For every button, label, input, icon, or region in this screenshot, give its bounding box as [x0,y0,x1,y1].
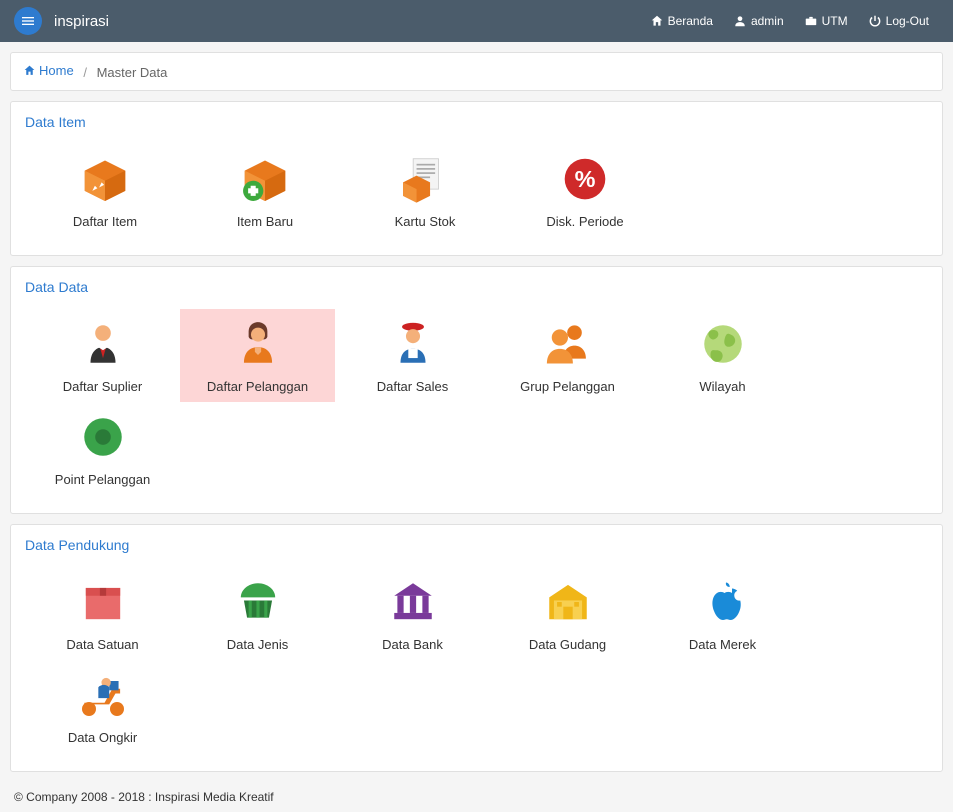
unit-box-icon [31,575,174,629]
panel-title: Data Data [25,279,928,295]
tile-label: Point Pelanggan [31,472,174,487]
tile-data-bank[interactable]: Data Bank [335,567,490,660]
tile-label: Wilayah [651,379,794,394]
tile-wilayah[interactable]: Wilayah [645,309,800,402]
footer-copyright: © Company 2008 - 2018 : Inspirasi Media … [0,782,953,812]
business-person-icon [31,317,174,371]
tile-label: Daftar Item [31,214,179,229]
panel-data-item: Data Item Daftar Item Item Baru Kartu St… [10,101,943,256]
tile-data-satuan[interactable]: Data Satuan [25,567,180,660]
tile-data-jenis[interactable]: Data Jenis [180,567,335,660]
stock-card-icon [351,152,499,206]
menu-button[interactable] [14,7,42,35]
breadcrumb-sep: / [83,65,87,80]
home-icon [650,14,664,28]
breadcrumb: Home / Master Data [10,52,943,91]
breadcrumb-home-label: Home [39,63,74,78]
tile-label: Item Baru [191,214,339,229]
cupcake-icon [186,575,329,629]
tile-data-gudang[interactable]: Data Gudang [490,567,645,660]
nav-logout[interactable]: Log-Out [858,14,939,28]
app-brand: inspirasi [54,13,109,30]
group-icon [496,317,639,371]
svg-text:%: % [575,166,596,192]
panel-title: Data Item [25,114,928,130]
tile-label: Data Gudang [496,637,639,652]
top-navbar: inspirasi Beranda admin UTM Log-Out [0,0,953,42]
nav-utm-label: UTM [822,14,848,28]
nav-user-label: admin [751,14,784,28]
tile-grup-pelanggan[interactable]: Grup Pelanggan [490,309,645,402]
warehouse-icon [496,575,639,629]
breadcrumb-home[interactable]: Home [23,63,74,78]
tile-label: Disk. Periode [511,214,659,229]
tile-label: Daftar Sales [341,379,484,394]
customer-icon [186,317,329,371]
nav-user[interactable]: admin [723,14,794,28]
nav-beranda-label: Beranda [668,14,713,28]
sales-person-icon [341,317,484,371]
tile-label: Daftar Suplier [31,379,174,394]
tile-kartu-stok[interactable]: Kartu Stok [345,144,505,237]
tile-label: Daftar Pelanggan [186,379,329,394]
tile-label: Data Merek [651,637,794,652]
tile-label: Kartu Stok [351,214,499,229]
panel-title: Data Pendukung [25,537,928,553]
nav-logout-label: Log-Out [886,14,929,28]
power-icon [868,14,882,28]
panel-data-data: Data Data Daftar Suplier Daftar Pelangga… [10,266,943,514]
brand-apple-icon [651,575,794,629]
panel-data-pendukung: Data Pendukung Data Satuan Data Jenis Da… [10,524,943,772]
tile-data-ongkir[interactable]: Data Ongkir [25,660,180,753]
tile-label: Data Jenis [186,637,329,652]
tile-daftar-item[interactable]: Daftar Item [25,144,185,237]
tile-point-pelanggan[interactable]: Point Pelanggan [25,402,180,495]
user-icon [733,14,747,28]
box-arrows-icon [31,152,179,206]
tile-daftar-suplier[interactable]: Daftar Suplier [25,309,180,402]
tile-disk-periode[interactable]: % Disk. Periode [505,144,665,237]
breadcrumb-current: Master Data [97,65,168,80]
tile-daftar-pelanggan[interactable]: Daftar Pelanggan [180,309,335,402]
point-icon [31,410,174,464]
percent-icon: % [511,152,659,206]
nav-utm[interactable]: UTM [794,14,858,28]
home-icon [23,64,36,77]
tile-data-merek[interactable]: Data Merek [645,567,800,660]
case-icon [804,14,818,28]
tile-label: Data Ongkir [31,730,174,745]
tile-item-baru[interactable]: Item Baru [185,144,345,237]
tile-label: Data Satuan [31,637,174,652]
bank-icon [341,575,484,629]
hamburger-icon [20,13,36,29]
globe-icon [651,317,794,371]
nav-beranda[interactable]: Beranda [640,14,723,28]
tile-daftar-sales[interactable]: Daftar Sales [335,309,490,402]
delivery-scooter-icon [31,668,174,722]
tile-label: Grup Pelanggan [496,379,639,394]
tile-label: Data Bank [341,637,484,652]
box-plus-icon [191,152,339,206]
